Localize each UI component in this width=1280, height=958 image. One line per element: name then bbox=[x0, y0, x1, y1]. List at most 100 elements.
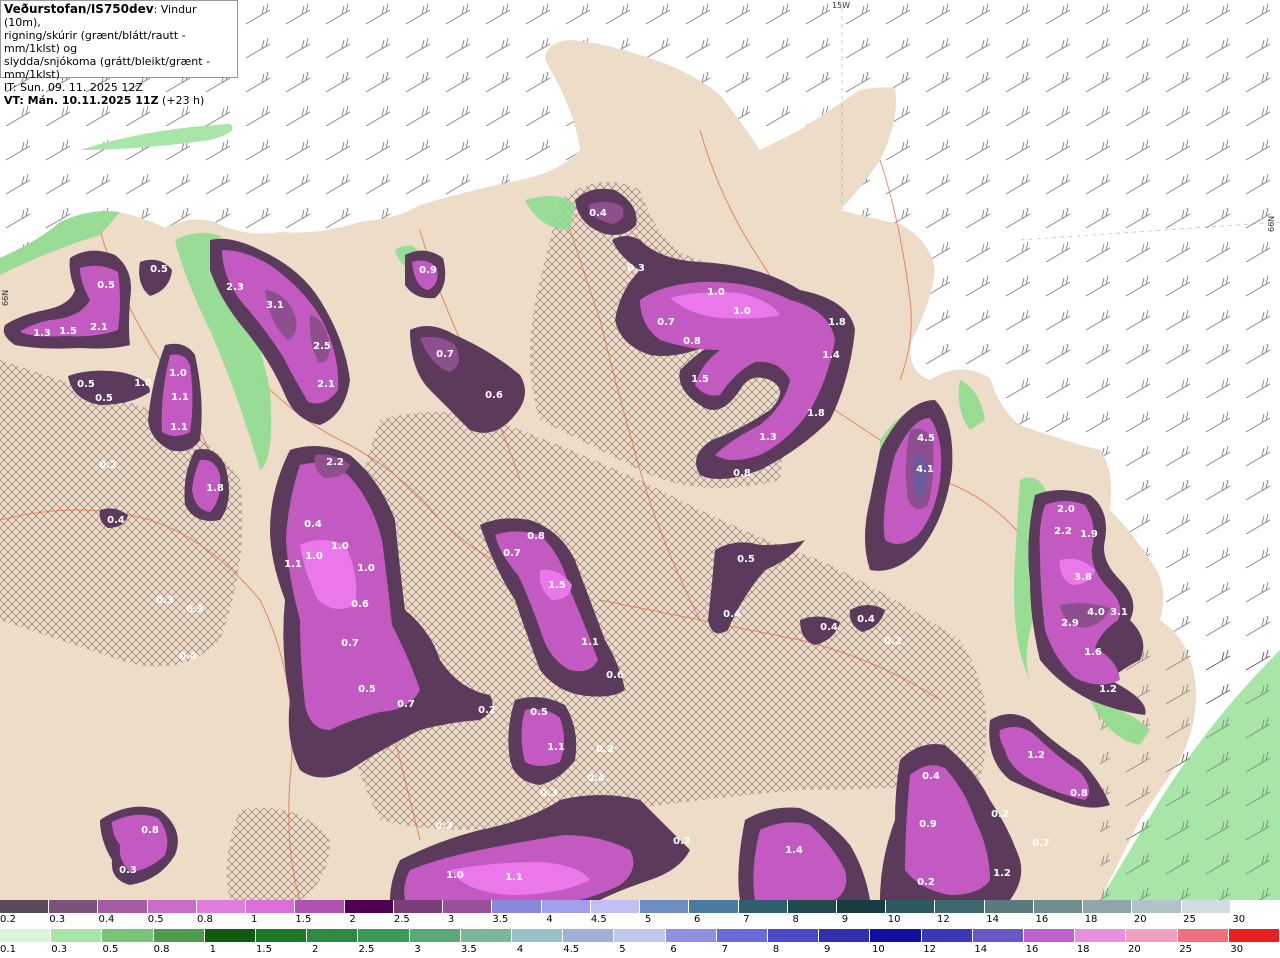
precip-value-label: 0.7 bbox=[1032, 838, 1050, 849]
precip-value-label: 0.7 bbox=[436, 349, 454, 360]
legend-swatch bbox=[819, 929, 871, 942]
precip-value-label: 2.1 bbox=[90, 322, 108, 333]
precip-value-label: 0.4 bbox=[587, 773, 605, 784]
legend-label: 1.5 bbox=[295, 914, 312, 925]
init-time: IT: Sun. 09. 11. 2025 12Z bbox=[4, 81, 143, 94]
precip-value-label: 0.2 bbox=[99, 460, 117, 471]
precip-value-label: 0.3 bbox=[435, 821, 453, 832]
precip-value-label: 0.6 bbox=[606, 670, 624, 681]
legend-label: 25 bbox=[1179, 944, 1192, 955]
precip-value-label: 0.8 bbox=[683, 336, 701, 347]
legend-label: 25 bbox=[1183, 914, 1196, 925]
legend-label: 3.5 bbox=[492, 914, 509, 925]
legend-swatch bbox=[1024, 929, 1076, 942]
legend-swatch bbox=[1075, 929, 1127, 942]
precip-value-label: 1.2 bbox=[1099, 684, 1117, 695]
legend-label: 4 bbox=[546, 914, 553, 925]
precip-value-label: 1.0 bbox=[331, 541, 349, 552]
grid-label-lon: 15W bbox=[832, 1, 850, 10]
legend-swatch bbox=[246, 900, 296, 913]
legend-label: 0.2 bbox=[0, 914, 16, 925]
legend-label: 7 bbox=[743, 914, 750, 925]
legend-swatch bbox=[443, 900, 493, 913]
precip-value-label: 0.2 bbox=[991, 809, 1009, 820]
precip-value-label: 3.1 bbox=[1110, 607, 1128, 618]
legend-swatch bbox=[590, 900, 641, 913]
precip-value-label: 0.4 bbox=[922, 771, 940, 782]
legend-label: 10 bbox=[887, 914, 901, 925]
legend-label: 20 bbox=[1128, 944, 1141, 955]
precip-value-label: 0.3 bbox=[540, 788, 558, 799]
valid-time: VT: Mán. 10.11.2025 11Z bbox=[4, 94, 159, 107]
precip-value-label: 1.8 bbox=[807, 408, 825, 419]
legend-swatch bbox=[0, 900, 50, 913]
legend-label: 0.5 bbox=[147, 914, 164, 925]
valid-time-line: VT: Mán. 10.11.2025 11Z (+23 h) bbox=[4, 94, 234, 107]
legend-swatch bbox=[196, 900, 247, 913]
precip-value-label: 1.4 bbox=[785, 845, 803, 856]
legend-label: 2.5 bbox=[393, 914, 410, 925]
legend-label: 9 bbox=[841, 914, 849, 925]
precip-value-label: 1.0 bbox=[305, 551, 323, 562]
legend-label: 3.5 bbox=[460, 944, 477, 955]
precip-value-label: 1.2 bbox=[1027, 750, 1045, 761]
precip-value-label: 0.5 bbox=[95, 393, 113, 404]
legend-label: 4 bbox=[516, 944, 524, 955]
precip-value-label: 1.1 bbox=[505, 872, 523, 883]
precip-value-label: 0.7 bbox=[657, 317, 675, 328]
precip-value-label: 2.1 bbox=[317, 379, 335, 390]
legend-swatch bbox=[1132, 900, 1182, 913]
legend-label: 6 bbox=[694, 914, 701, 925]
legend-label: 14 bbox=[986, 914, 999, 925]
precip-value-label: 0.7 bbox=[397, 699, 415, 710]
legend-label: 9 bbox=[824, 944, 831, 955]
precip-value-label: 1.0 bbox=[446, 870, 464, 881]
precip-value-label: 1.1 bbox=[284, 559, 302, 570]
legend-label: 0.3 bbox=[49, 914, 66, 925]
precip-value-label: 1.9 bbox=[1080, 529, 1098, 540]
legend-swatch bbox=[409, 929, 461, 942]
legend-rain-colors bbox=[0, 929, 1280, 942]
precip-value-label: 2.9 bbox=[1061, 618, 1079, 629]
precip-value-label: 1.1 bbox=[547, 742, 565, 753]
legend-label: 0.8 bbox=[196, 914, 213, 925]
precip-value-label: 0.3 bbox=[119, 865, 137, 876]
precip-value-label: 0.2 bbox=[884, 636, 902, 647]
legend-swatch bbox=[49, 900, 99, 913]
precip-value-label: 0.8 bbox=[733, 468, 751, 479]
precip-value-label: 0.5 bbox=[150, 264, 168, 275]
precip-value-label: 0.2 bbox=[478, 705, 496, 716]
legend-swatch bbox=[935, 900, 985, 913]
precip-value-label: 1.8 bbox=[206, 483, 224, 494]
precip-value-label: 0.2 bbox=[917, 877, 935, 888]
grid-label-lat-left: 66N bbox=[1, 290, 10, 306]
legend-swatch bbox=[716, 929, 769, 942]
legend-label: 16 bbox=[1025, 944, 1039, 955]
legend-swatch bbox=[153, 929, 205, 942]
legend-label: 1 bbox=[250, 914, 258, 925]
legend-label: 30 bbox=[1230, 944, 1244, 955]
precip-value-label: 4.1 bbox=[916, 464, 934, 475]
legend-rain-labels: 0.1 0.3 0.5 0.8 1 1.5 2 2.5 3 3.5 4 4.5 5 6 7 8 9 10 12 14 1… bbox=[0, 944, 1280, 957]
legend-label: 2.5 bbox=[358, 944, 375, 955]
precip-value-label: 1.6 bbox=[1084, 647, 1102, 658]
precip-value-label: 4.5 bbox=[917, 433, 935, 444]
legend-swatch bbox=[358, 929, 410, 942]
precip-value-label: 3.8 bbox=[1074, 572, 1092, 583]
legend-swatch bbox=[738, 900, 788, 913]
legend-swatch bbox=[1033, 900, 1084, 913]
legend-swatch bbox=[541, 900, 591, 913]
precip-value-label: 0.4 bbox=[857, 614, 875, 625]
precip-value-label: 1.4 bbox=[822, 350, 840, 361]
legend-swatch bbox=[1181, 900, 1231, 913]
legend-label: 1 bbox=[209, 944, 216, 955]
legend-swatch bbox=[768, 929, 820, 942]
legend-label: 18 bbox=[1076, 944, 1090, 955]
legend-label: 1.5 bbox=[256, 944, 272, 955]
precip-value-label: 0.6 bbox=[351, 599, 369, 610]
legend-label: 6 bbox=[670, 944, 677, 955]
legend-swatch bbox=[51, 929, 103, 942]
legend-snow-labels: 0.2 0.3 0.4 0.5 0.8 1 1.5 2 2.5 3 3.5 4 4.5 5 6 7 8 9 10 12… bbox=[0, 914, 1280, 927]
legend-label: 0.3 bbox=[51, 944, 68, 955]
legend-swatch bbox=[921, 929, 973, 942]
